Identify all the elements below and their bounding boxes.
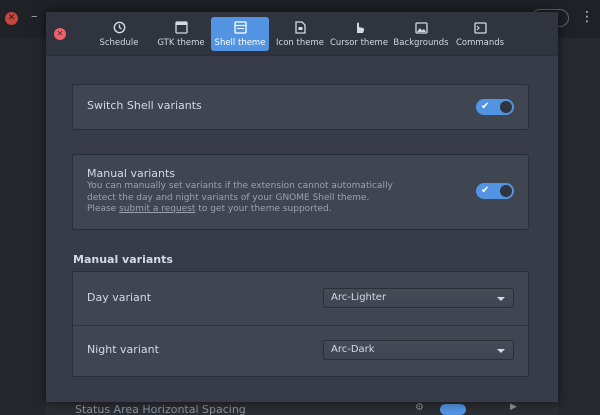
dialog-content: Switch Shell variants ✔ Manual variants … [46,57,558,402]
background-bottom-toggle[interactable] [440,404,466,415]
shell-window-icon [233,20,247,35]
tab-label: Icon theme [276,38,324,48]
background-right-panel [558,38,600,415]
section-title: Manual variants [73,253,173,266]
image-icon [414,20,428,35]
switch-variants-card: Switch Shell variants ✔ [72,84,529,130]
tab-label: Schedule [99,38,139,48]
background-arrow-icon[interactable]: ▶ [510,402,517,412]
background-left-panel [0,38,46,415]
tab-schedule[interactable]: Schedule [96,17,142,51]
dropdown-value: Arc-Lighter [331,292,387,303]
description-line: Please submit a request to get your them… [87,204,393,216]
description-text: to get your theme supported. [195,204,332,214]
day-variant-dropdown[interactable]: Arc-Lighter [323,288,514,308]
background-close-icon[interactable]: ✕ [5,12,18,25]
clock-icon [113,20,126,35]
switch-variants-toggle[interactable]: ✔ [476,99,514,115]
night-variant-label: Night variant [87,343,159,356]
cursor-hand-icon [353,20,366,35]
background-menu-icon[interactable]: ⋮ [580,10,594,24]
tab-cursor-theme[interactable]: Cursor theme [329,17,389,51]
manual-variants-description: You can manually set variants if the ext… [87,181,393,216]
tab-backgrounds[interactable]: Backgrounds [393,17,449,51]
preferences-dialog: ✕ Schedule GTK theme Shell theme Icon th… [46,12,558,402]
terminal-icon [473,20,487,35]
background-bottom-label: Status Area Horizontal Spacing [75,403,246,415]
divider [73,325,528,326]
tab-icon-theme[interactable]: Icon theme [276,17,324,51]
check-icon: ✔ [481,101,490,112]
document-icon [294,20,306,35]
tab-label: GTK theme [157,38,205,48]
dialog-header: ✕ Schedule GTK theme Shell theme Icon th… [46,12,558,56]
chevron-down-icon [497,297,505,301]
check-icon: ✔ [481,185,490,196]
window-icon [174,20,188,35]
day-variant-label: Day variant [87,291,152,304]
submit-request-link[interactable]: submit a request [119,204,195,214]
description-line: You can manually set variants if the ext… [87,181,393,191]
chevron-down-icon [497,349,505,353]
close-icon[interactable]: ✕ [54,28,66,40]
dropdown-value: Arc-Dark [331,344,375,355]
variants-card: Day variant Arc-Lighter Night variant Ar… [72,271,529,377]
switch-variants-label: Switch Shell variants [87,99,202,112]
manual-variants-card: Manual variants You can manually set var… [72,154,529,230]
background-minimize-icon[interactable]: – [31,9,38,24]
tab-label: Backgrounds [393,38,449,48]
tab-commands[interactable]: Commands [456,17,504,51]
tab-label: Commands [455,38,505,48]
tab-gtk-theme[interactable]: GTK theme [155,17,207,51]
description-line: detect the day and night variants of you… [87,192,370,203]
manual-variants-toggle[interactable]: ✔ [476,183,514,199]
night-variant-dropdown[interactable]: Arc-Dark [323,340,514,360]
tab-shell-theme[interactable]: Shell theme [211,17,269,51]
tab-label: Shell theme [214,38,266,48]
background-gear-icon[interactable]: ⚙ [415,402,424,413]
tab-label: Cursor theme [329,38,389,48]
description-text: Please [87,204,120,214]
manual-variants-label: Manual variants [87,167,176,180]
